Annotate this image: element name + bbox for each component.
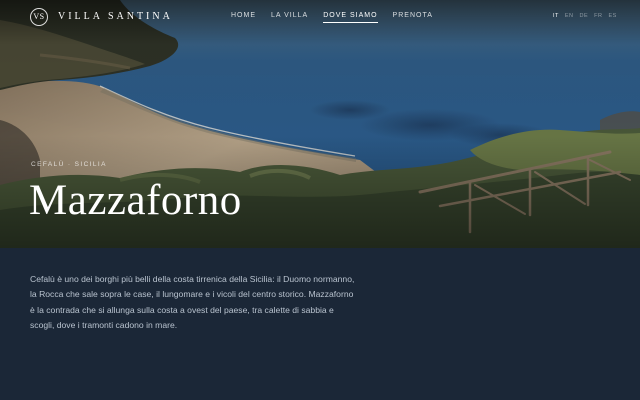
- nav-item-prenota[interactable]: PRENOTA: [393, 12, 433, 23]
- lang-en[interactable]: EN: [565, 13, 574, 19]
- hero-eyebrow: CEFALÙ · SICILIA: [31, 161, 107, 168]
- main-nav: HOME LA VILLA DOVE SIAMO PRENOTA: [231, 12, 433, 23]
- lang-it[interactable]: IT: [553, 13, 559, 19]
- lang-de[interactable]: DE: [580, 13, 589, 19]
- language-switcher: IT EN DE FR ES: [553, 13, 617, 19]
- content-section: Cefalù è uno dei borghi più belli della …: [0, 248, 640, 400]
- lang-fr[interactable]: FR: [594, 13, 602, 19]
- brand-name[interactable]: VILLA SANTINA: [58, 11, 173, 22]
- hero: VS VILLA SANTINA HOME LA VILLA DOVE SIAM…: [0, 0, 640, 248]
- page-title: Mazzaforno: [29, 177, 242, 224]
- nav-item-la-villa[interactable]: LA VILLA: [271, 12, 308, 23]
- lang-es[interactable]: ES: [609, 13, 617, 19]
- intro-paragraph: Cefalù è uno dei borghi più belli della …: [30, 274, 355, 331]
- nav-item-home[interactable]: HOME: [231, 12, 256, 23]
- page: VS VILLA SANTINA HOME LA VILLA DOVE SIAM…: [0, 0, 640, 400]
- nav-item-dove-siamo[interactable]: DOVE SIAMO: [323, 12, 378, 23]
- logo-monogram[interactable]: VS: [30, 8, 48, 26]
- site-header: VS VILLA SANTINA HOME LA VILLA DOVE SIAM…: [0, 0, 640, 34]
